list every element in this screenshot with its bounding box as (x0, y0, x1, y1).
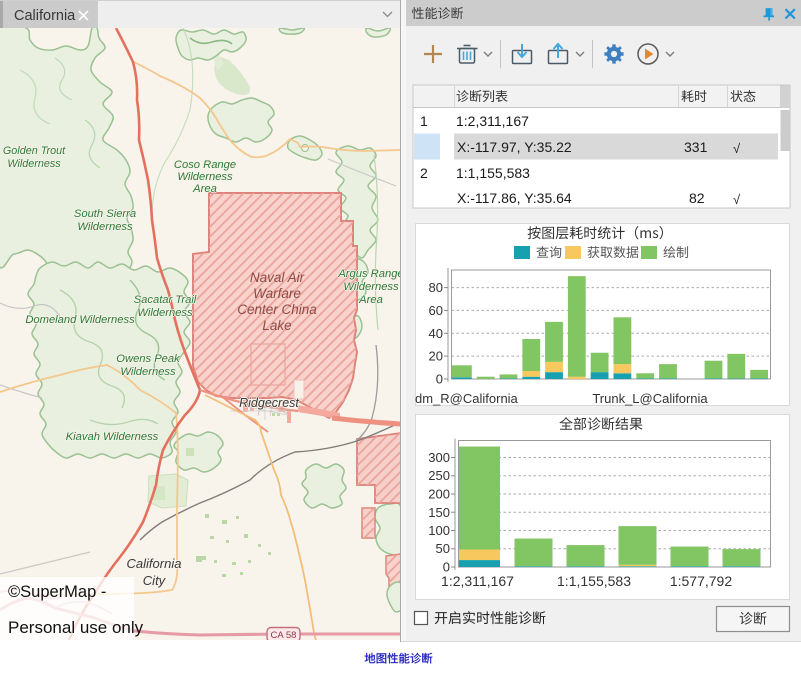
svg-text:dm_R@California: dm_R@California (415, 391, 519, 406)
svg-text:Wilderness: Wilderness (177, 171, 233, 183)
svg-text:Golden Trout: Golden Trout (3, 145, 66, 157)
svg-text:California: California (127, 556, 182, 571)
svg-text:60: 60 (429, 303, 443, 318)
svg-text:CA 58: CA 58 (271, 630, 297, 641)
svg-text:40: 40 (429, 326, 443, 341)
svg-text:California: California (14, 8, 76, 24)
svg-text:South Sierra: South Sierra (74, 208, 136, 220)
svg-text:1:2,311,167: 1:2,311,167 (456, 113, 529, 129)
svg-text:1:1,155,583: 1:1,155,583 (557, 573, 631, 589)
svg-text:2: 2 (420, 165, 428, 181)
svg-text:Sacatar Trail: Sacatar Trail (134, 294, 197, 306)
svg-text:20: 20 (429, 349, 443, 364)
svg-text:Wilderness: Wilderness (77, 221, 133, 233)
svg-text:©SuperMap -: ©SuperMap - (8, 583, 106, 601)
svg-text:Domeland Wilderness: Domeland Wilderness (25, 314, 135, 326)
svg-text:Trunk_L@California: Trunk_L@California (592, 391, 708, 406)
svg-text:82: 82 (689, 190, 705, 206)
svg-text:Wilderness: Wilderness (120, 366, 176, 378)
svg-text:1:577,792: 1:577,792 (670, 573, 732, 589)
svg-text:Kiavah Wilderness: Kiavah Wilderness (66, 431, 159, 443)
svg-text:150: 150 (428, 505, 450, 520)
svg-text:Wilderness: Wilderness (137, 307, 193, 319)
svg-text:300: 300 (428, 450, 450, 465)
svg-text:1: 1 (420, 113, 428, 129)
svg-text:0: 0 (436, 372, 443, 387)
svg-text:331: 331 (684, 139, 708, 155)
svg-text:Coso Range: Coso Range (174, 159, 236, 171)
svg-text:Personal use only: Personal use only (8, 618, 144, 637)
svg-text:1:1,155,583: 1:1,155,583 (456, 165, 530, 181)
svg-text:1:2,311,167: 1:2,311,167 (441, 573, 514, 589)
svg-text:Wilderness: Wilderness (7, 158, 61, 170)
svg-text:50: 50 (436, 541, 450, 556)
svg-text:Naval Air: Naval Air (250, 270, 305, 285)
svg-text:Ridgecrest: Ridgecrest (239, 396, 299, 410)
svg-text:√: √ (733, 192, 741, 207)
svg-text:City: City (143, 573, 167, 588)
svg-text:Argus Range: Argus Range (337, 268, 403, 280)
svg-text:X:-117.86, Y:35.64: X:-117.86, Y:35.64 (457, 190, 572, 206)
svg-text:Lake: Lake (262, 318, 291, 333)
svg-text:Center China: Center China (237, 302, 317, 317)
svg-text:Warfare: Warfare (253, 286, 301, 301)
svg-text:X:-117.97, Y:35.22: X:-117.97, Y:35.22 (457, 139, 572, 155)
svg-text:200: 200 (428, 487, 450, 502)
svg-text:250: 250 (428, 468, 450, 483)
svg-text:√: √ (733, 141, 741, 156)
svg-text:80: 80 (429, 280, 443, 295)
svg-text:Area: Area (192, 183, 217, 195)
svg-text:Wilderness: Wilderness (343, 281, 399, 293)
svg-text:Area: Area (358, 294, 383, 306)
svg-text:100: 100 (428, 523, 450, 538)
svg-text:Owens Peak: Owens Peak (116, 353, 181, 365)
